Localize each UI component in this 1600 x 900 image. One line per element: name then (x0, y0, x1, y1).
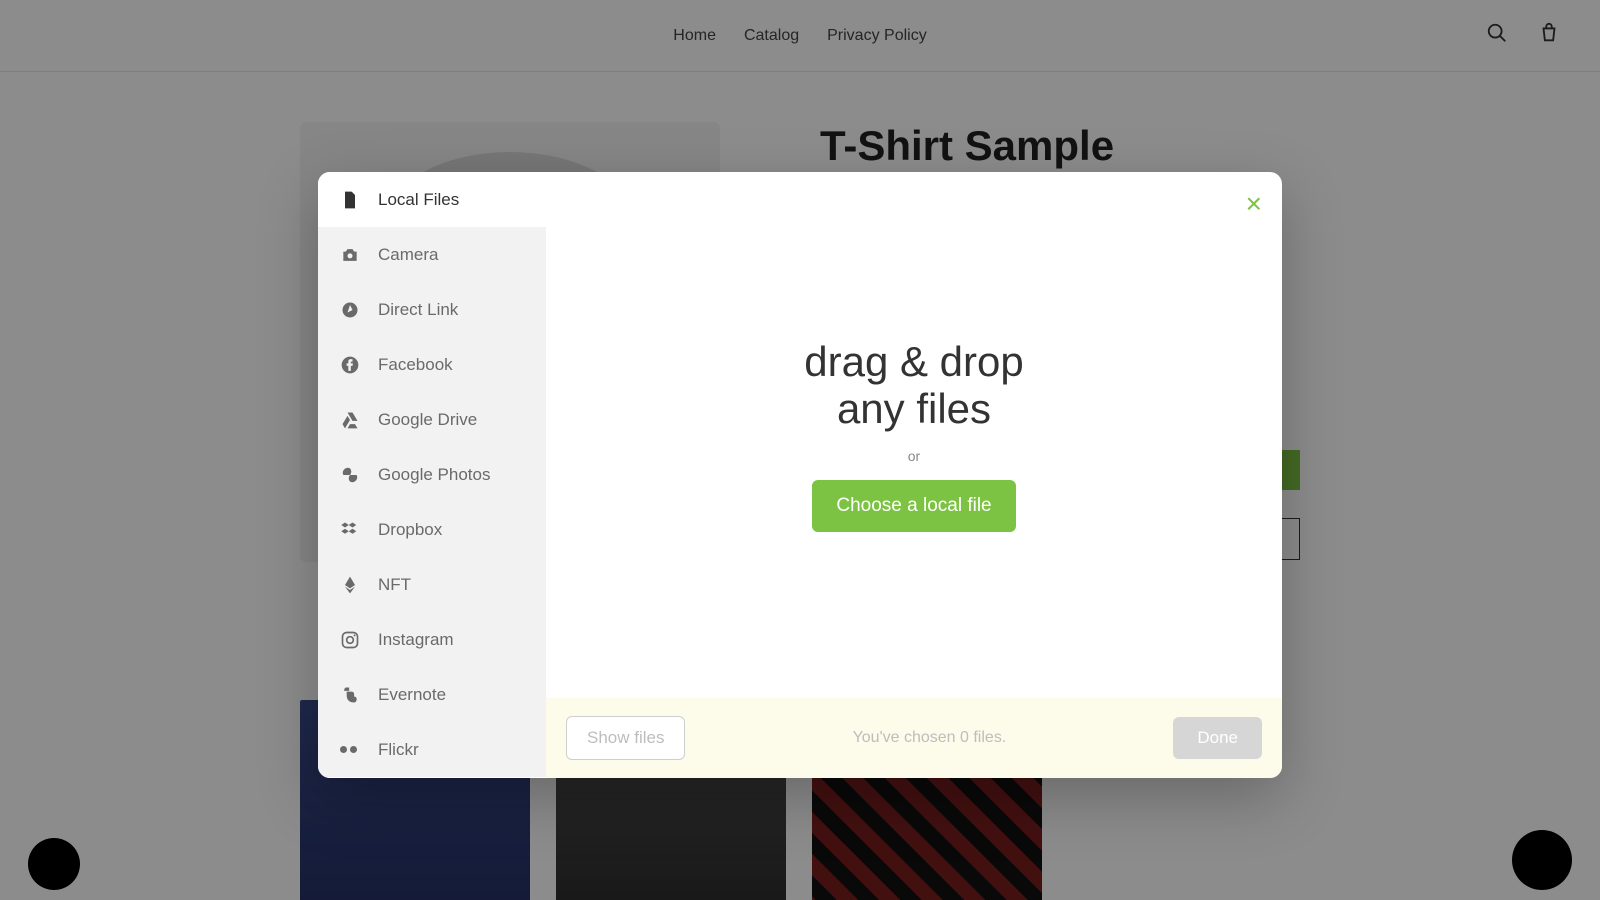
source-nft[interactable]: NFT (318, 557, 546, 612)
source-facebook[interactable]: Facebook (318, 337, 546, 392)
modal-footer: Show files You've chosen 0 files. Done (546, 698, 1282, 778)
ethereum-icon (340, 575, 360, 595)
source-label: Dropbox (378, 520, 442, 540)
source-direct-link[interactable]: Direct Link (318, 282, 546, 337)
source-google-photos[interactable]: Google Photos (318, 447, 546, 502)
source-label: Evernote (378, 685, 446, 705)
choose-file-button[interactable]: Choose a local file (812, 480, 1015, 532)
close-icon[interactable]: × (1246, 190, 1262, 218)
source-dropbox[interactable]: Dropbox (318, 502, 546, 557)
upload-source-sidebar: Local Files Camera Direct Link Facebook … (318, 172, 546, 778)
file-upload-modal: × Local Files Camera Direct Link Faceboo… (318, 172, 1282, 778)
drop-title: drag & drop any files (804, 338, 1023, 432)
facebook-icon (340, 355, 360, 375)
source-label: Local Files (378, 190, 459, 210)
source-camera[interactable]: Camera (318, 227, 546, 282)
source-label: Google Drive (378, 410, 477, 430)
compass-icon (340, 300, 360, 320)
source-flickr[interactable]: Flickr (318, 722, 546, 777)
evernote-icon (340, 685, 360, 705)
done-button[interactable]: Done (1173, 717, 1262, 759)
source-instagram[interactable]: Instagram (318, 612, 546, 667)
google-drive-icon (340, 410, 360, 430)
source-evernote[interactable]: Evernote (318, 667, 546, 722)
source-label: Facebook (378, 355, 453, 375)
camera-icon (340, 245, 360, 265)
source-google-drive[interactable]: Google Drive (318, 392, 546, 447)
file-count-status: You've chosen 0 files. (853, 729, 1007, 747)
drop-zone[interactable]: drag & drop any files or Choose a local … (546, 172, 1282, 698)
source-label: Instagram (378, 630, 454, 650)
instagram-icon (340, 630, 360, 650)
source-label: Flickr (378, 740, 419, 760)
source-label: NFT (378, 575, 411, 595)
drop-or-text: or (908, 448, 920, 464)
dropbox-icon (340, 520, 360, 540)
source-label: Direct Link (378, 300, 458, 320)
flickr-icon (340, 740, 360, 760)
source-label: Google Photos (378, 465, 490, 485)
source-local-files[interactable]: Local Files (318, 172, 546, 227)
source-label: Camera (378, 245, 438, 265)
file-icon (340, 190, 360, 210)
show-files-button[interactable]: Show files (566, 716, 685, 760)
google-photos-icon (340, 465, 360, 485)
